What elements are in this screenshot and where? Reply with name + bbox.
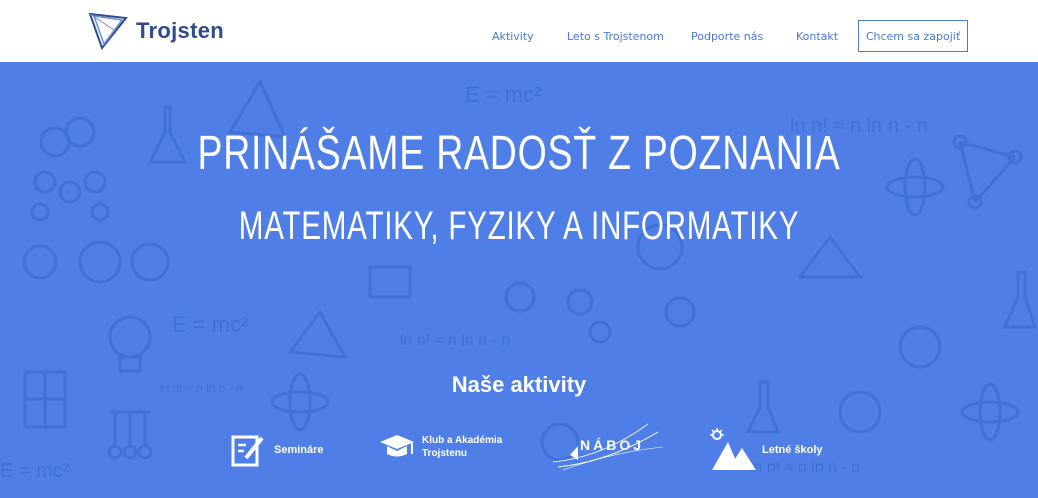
triangle-logo-icon <box>88 12 128 50</box>
activity-label: Letné školy <box>762 443 823 456</box>
activity-label: Klub a Akadémia <box>422 435 503 446</box>
activity-label: Semináre <box>274 443 324 456</box>
seminar-icon <box>231 435 264 467</box>
doodle-formula-3: E = mc² <box>172 312 248 337</box>
doodle-formula-4: ln n! ≈ n ln n - n <box>400 332 510 349</box>
graduation-cap-icon <box>380 435 414 457</box>
activity-seminare[interactable]: Semináre <box>230 432 324 468</box>
mountains-icon <box>710 428 756 470</box>
nav-aktivity[interactable]: Aktivity <box>492 30 534 43</box>
nav-kontakt[interactable]: Kontakt <box>796 30 838 43</box>
site-header: Trojsten Aktivity Leto s Trojstenom Podp… <box>0 0 1038 62</box>
logo[interactable]: Trojsten <box>88 12 224 50</box>
activity-label-line2: Trojstenu <box>422 448 468 459</box>
activity-letne-skoly[interactable]: Letné školy <box>710 428 823 472</box>
activity-naboj[interactable]: NÁBOJ <box>548 422 666 472</box>
nav-leto-s-trojstenom[interactable]: Leto s Trojstenom <box>567 30 664 43</box>
hero-headline-line1: PRINÁŠAME RADOSŤ Z POZNANIA <box>197 127 841 180</box>
naboj-label: NÁBOJ <box>580 437 645 453</box>
doodle-formula-1: E = mc² <box>465 82 541 107</box>
join-button[interactable]: Chcem sa zapojiť <box>858 20 968 52</box>
nav-podporte-nas[interactable]: Podporte nás <box>691 30 763 43</box>
hero-section: E = mc² ln n! ≈ n ln n - n E = mc² ln n!… <box>0 62 1038 498</box>
doodle-formula-6: E = mc² <box>0 460 70 482</box>
logo-text: Trojsten <box>136 18 224 43</box>
activities-title: Naše aktivity <box>451 372 587 397</box>
activity-klub-akademia[interactable]: Klub a Akadémia Trojstenu <box>378 432 502 462</box>
hero-headline-line2: MATEMATIKY, FYZIKY A INFORMATIKY <box>238 204 800 248</box>
activity-label-block: Klub a Akadémia Trojstenu <box>422 434 502 460</box>
